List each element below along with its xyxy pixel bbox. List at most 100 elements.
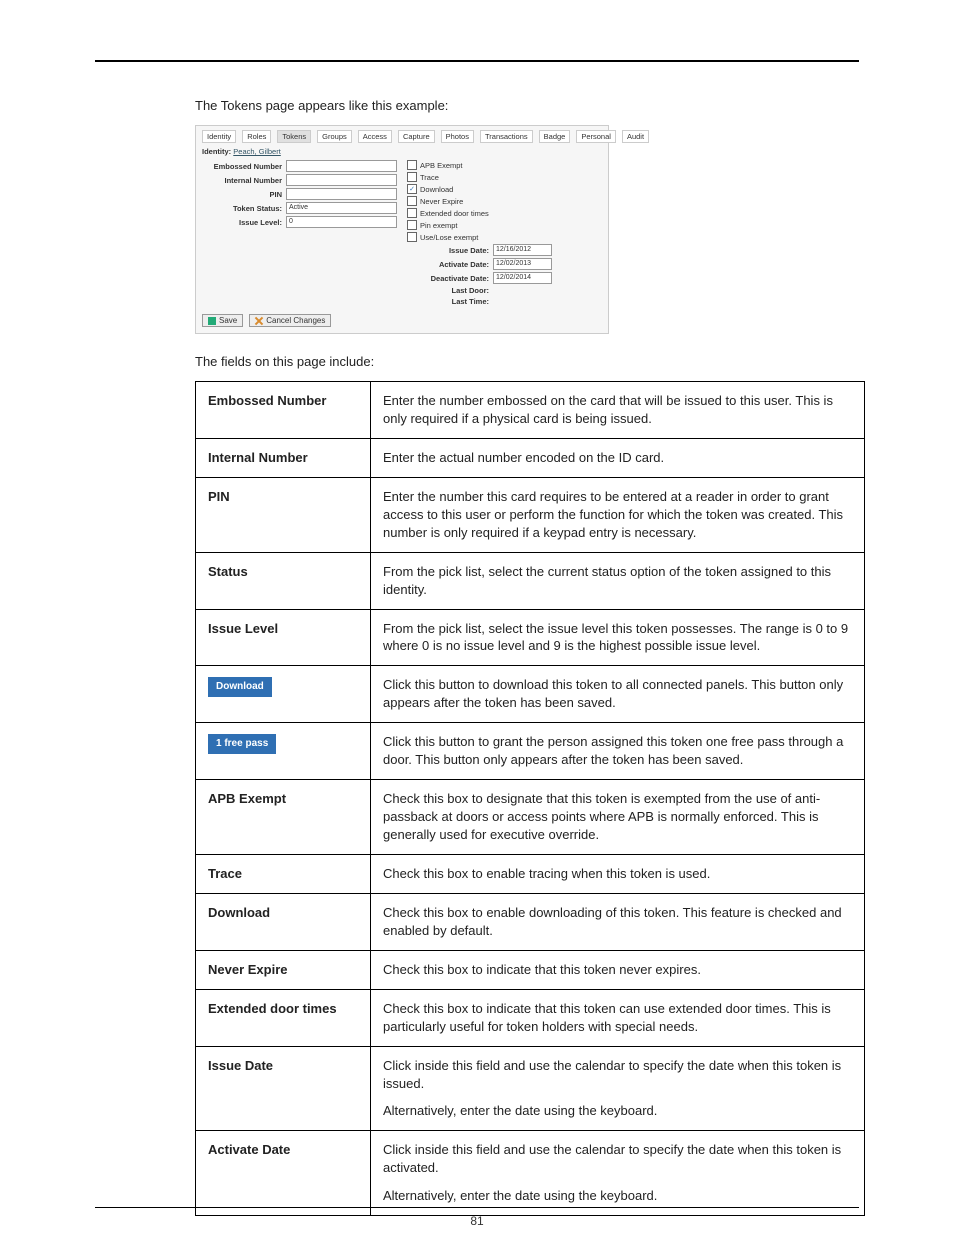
field-name-cell: 1 free pass bbox=[196, 723, 371, 780]
cancel-button[interactable]: Cancel Changes bbox=[249, 314, 331, 327]
download-button[interactable]: Download bbox=[208, 677, 272, 697]
checkbox[interactable]: ✓ bbox=[407, 184, 417, 194]
checkbox-label: Use/Lose exempt bbox=[420, 233, 478, 242]
field-name-cell: Issue Date bbox=[196, 1046, 371, 1131]
save-button-label: Save bbox=[219, 316, 237, 325]
checkbox-label: Download bbox=[420, 185, 453, 194]
tab-groups[interactable]: Groups bbox=[317, 130, 352, 143]
checkbox-label: Extended door times bbox=[420, 209, 489, 218]
embossed-label: Embossed Number bbox=[202, 162, 286, 171]
table-row: Download Click this button to download th… bbox=[196, 666, 865, 723]
internal-label: Internal Number bbox=[202, 176, 286, 185]
activate-date-input[interactable]: 12/02/2013 bbox=[493, 258, 552, 270]
field-name-cell: Extended door times bbox=[196, 989, 371, 1046]
checkbox[interactable] bbox=[407, 172, 417, 182]
status-label: Token Status: bbox=[202, 204, 286, 213]
tab-bar: Identity Roles Tokens Groups Access Capture Ph… bbox=[202, 130, 602, 143]
tokens-screenshot: Identity Roles Tokens Groups Access Capture Ph… bbox=[195, 125, 609, 334]
field-name-cell: Internal Number bbox=[196, 438, 371, 477]
deactivate-date-label: Deactivate Date: bbox=[407, 274, 493, 283]
field-name-cell: Status bbox=[196, 552, 371, 609]
intro-text-2: The fields on this page include: bbox=[195, 354, 859, 369]
deactivate-date-input[interactable]: 12/02/2014 bbox=[493, 272, 552, 284]
tab-tokens[interactable]: Tokens bbox=[277, 130, 311, 143]
field-desc-cell: Enter the number this card requires to b… bbox=[371, 477, 865, 552]
checkbox[interactable] bbox=[407, 208, 417, 218]
issue-date-label: Issue Date: bbox=[407, 246, 493, 255]
embossed-input[interactable] bbox=[286, 160, 397, 172]
checkbox-label: Pin exempt bbox=[420, 221, 458, 230]
field-name-cell: Trace bbox=[196, 854, 371, 893]
table-row: StatusFrom the pick list, select the cur… bbox=[196, 552, 865, 609]
identity-link[interactable]: Peach, Gilbert bbox=[233, 147, 281, 156]
field-name-cell: Embossed Number bbox=[196, 382, 371, 439]
tab-roles[interactable]: Roles bbox=[242, 130, 271, 143]
tab-identity[interactable]: Identity bbox=[202, 130, 236, 143]
table-row: 1 free pass Click this button to grant th… bbox=[196, 723, 865, 780]
tab-badge[interactable]: Badge bbox=[539, 130, 571, 143]
field-name-cell: Download bbox=[196, 666, 371, 723]
field-desc-cell: Click inside this field and use the cale… bbox=[371, 1131, 865, 1216]
table-row: TraceCheck this box to enable tracing wh… bbox=[196, 854, 865, 893]
identity-line: Identity: Peach, Gilbert bbox=[202, 147, 602, 156]
field-name-cell: Activate Date bbox=[196, 1131, 371, 1216]
checkbox[interactable] bbox=[407, 196, 417, 206]
checkbox-label: APB Exempt bbox=[420, 161, 463, 170]
1-free-pass-button[interactable]: 1 free pass bbox=[208, 734, 276, 754]
internal-input[interactable] bbox=[286, 174, 397, 186]
field-name-cell: Never Expire bbox=[196, 950, 371, 989]
pin-label: PIN bbox=[202, 190, 286, 199]
last-time-label: Last Time: bbox=[407, 297, 493, 306]
table-row: APB ExemptCheck this box to designate th… bbox=[196, 780, 865, 855]
tab-photos[interactable]: Photos bbox=[441, 130, 474, 143]
tab-transactions[interactable]: Transactions bbox=[480, 130, 533, 143]
field-desc-cell: Click this button to download this token… bbox=[371, 666, 865, 723]
identity-label: Identity: bbox=[202, 147, 231, 156]
table-row: DownloadCheck this box to enable downloa… bbox=[196, 893, 865, 950]
page-number: 81 bbox=[0, 1214, 954, 1228]
pin-input[interactable] bbox=[286, 188, 397, 200]
table-row: Internal NumberEnter the actual number e… bbox=[196, 438, 865, 477]
table-row: Extended door timesCheck this box to ind… bbox=[196, 989, 865, 1046]
table-row: Activate DateClick inside this field and… bbox=[196, 1131, 865, 1216]
field-desc-cell: Click this button to grant the person as… bbox=[371, 723, 865, 780]
field-desc-cell: Check this box to indicate that this tok… bbox=[371, 950, 865, 989]
activate-date-label: Activate Date: bbox=[407, 260, 493, 269]
field-desc-cell: Check this box to indicate that this tok… bbox=[371, 989, 865, 1046]
check-icon bbox=[208, 317, 216, 325]
table-row: Issue LevelFrom the pick list, select th… bbox=[196, 609, 865, 666]
intro-text-1: The Tokens page appears like this exampl… bbox=[195, 98, 859, 113]
checkbox[interactable] bbox=[407, 232, 417, 242]
table-row: Never ExpireCheck this box to indicate t… bbox=[196, 950, 865, 989]
status-select[interactable]: Active bbox=[286, 202, 397, 214]
last-door-label: Last Door: bbox=[407, 286, 493, 295]
field-name-cell: PIN bbox=[196, 477, 371, 552]
issue-date-input[interactable]: 12/16/2012 bbox=[493, 244, 552, 256]
tab-access[interactable]: Access bbox=[358, 130, 392, 143]
level-select[interactable]: 0 bbox=[286, 216, 397, 228]
save-button[interactable]: Save bbox=[202, 314, 243, 327]
top-rule bbox=[95, 60, 859, 62]
tab-capture[interactable]: Capture bbox=[398, 130, 435, 143]
table-row: Embossed NumberEnter the number embossed… bbox=[196, 382, 865, 439]
checkbox[interactable] bbox=[407, 220, 417, 230]
level-label: Issue Level: bbox=[202, 218, 286, 227]
field-name-cell: Download bbox=[196, 893, 371, 950]
checkbox-label: Never Expire bbox=[420, 197, 463, 206]
field-name-cell: Issue Level bbox=[196, 609, 371, 666]
footer-rule bbox=[95, 1207, 859, 1208]
field-desc-cell: Check this box to enable tracing when th… bbox=[371, 854, 865, 893]
cancel-button-label: Cancel Changes bbox=[266, 316, 325, 325]
tab-audit[interactable]: Audit bbox=[622, 130, 649, 143]
cancel-icon bbox=[255, 317, 263, 325]
field-desc-cell: From the pick list, select the current s… bbox=[371, 552, 865, 609]
field-desc-cell: From the pick list, select the issue lev… bbox=[371, 609, 865, 666]
field-desc-cell: Check this box to designate that this to… bbox=[371, 780, 865, 855]
checkbox[interactable] bbox=[407, 160, 417, 170]
field-desc-cell: Enter the actual number encoded on the I… bbox=[371, 438, 865, 477]
table-row: PINEnter the number this card requires t… bbox=[196, 477, 865, 552]
checkbox-label: Trace bbox=[420, 173, 439, 182]
field-desc-cell: Check this box to enable downloading of … bbox=[371, 893, 865, 950]
tab-personal[interactable]: Personal bbox=[576, 130, 616, 143]
field-name-cell: APB Exempt bbox=[196, 780, 371, 855]
